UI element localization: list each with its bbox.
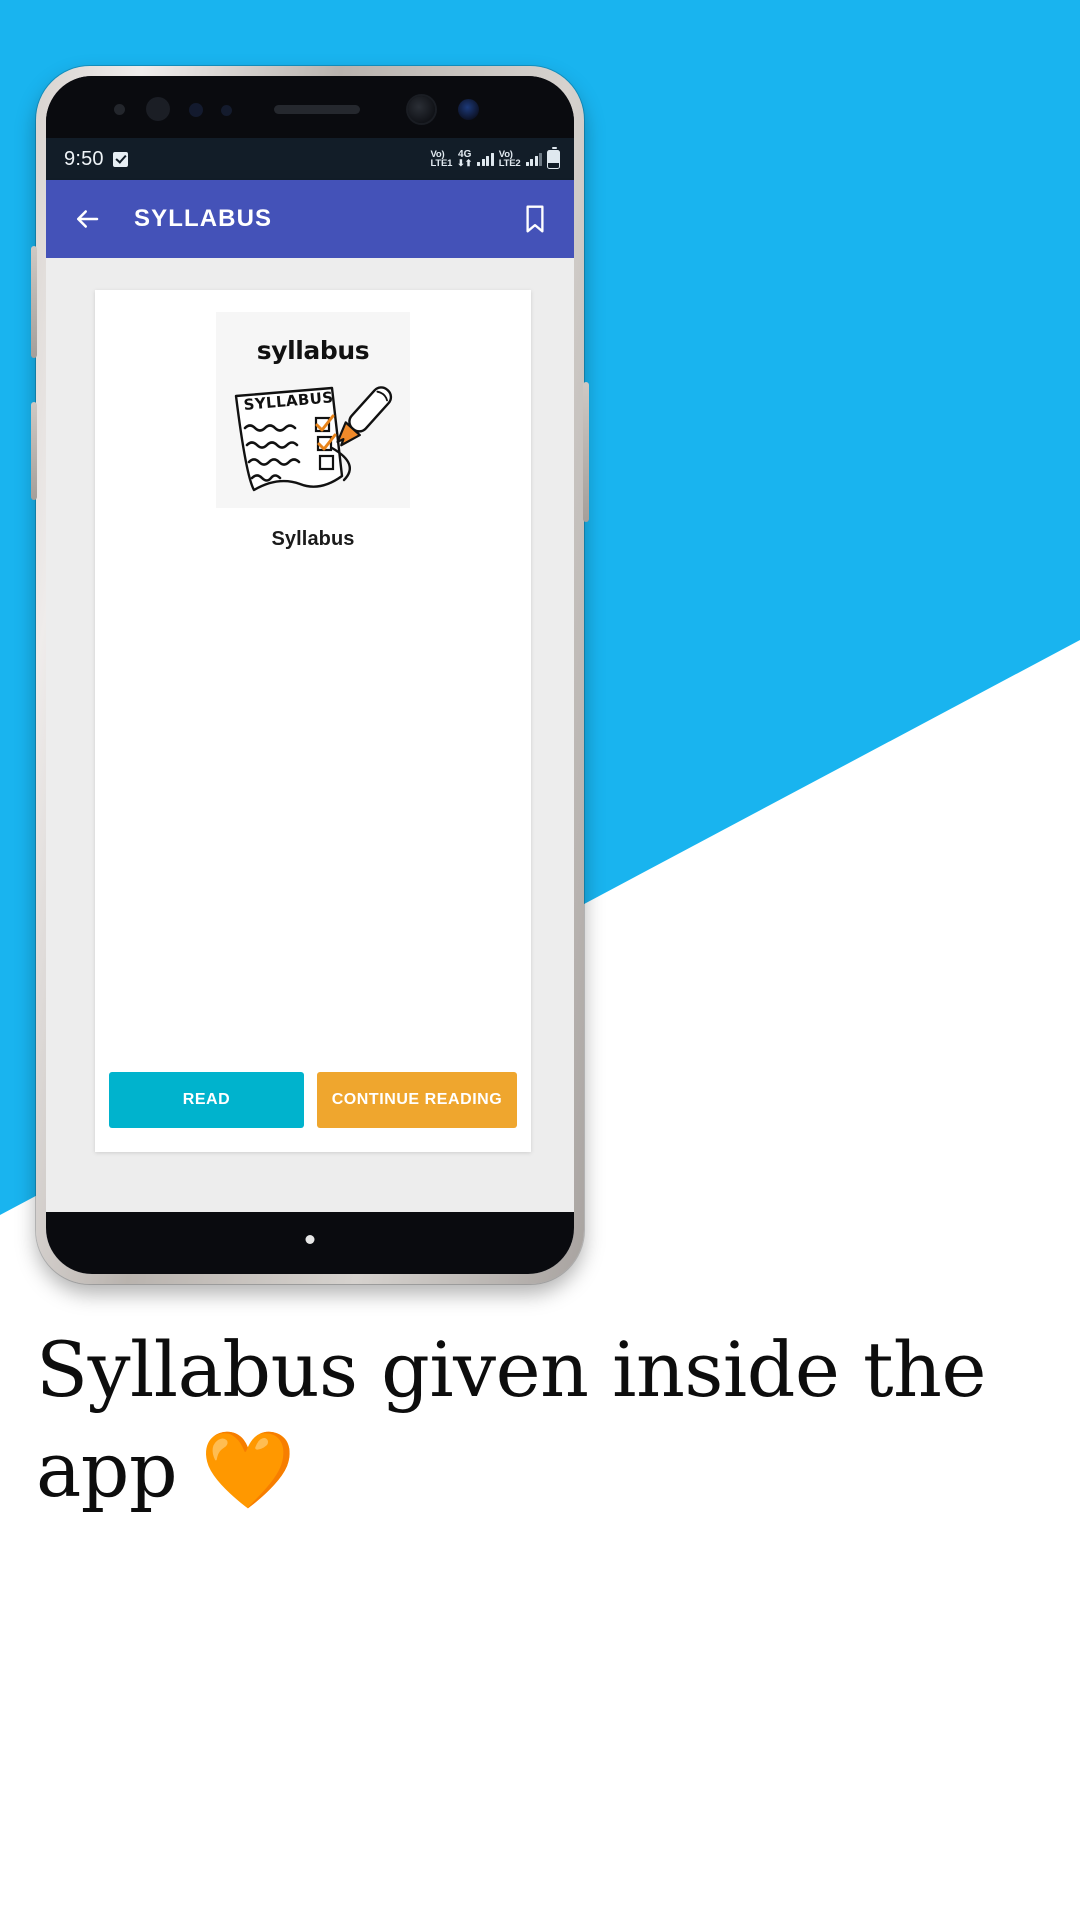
bookmark-icon[interactable] bbox=[520, 203, 550, 235]
sim1-volte-icon: Vo) LTE1 bbox=[430, 150, 453, 169]
status-bar-right: Vo) LTE1 4G ⬇⬆ Vo) LTE2 bbox=[430, 146, 560, 169]
sim2-signal-bars-icon bbox=[525, 152, 542, 166]
front-camera-icon bbox=[408, 96, 435, 123]
home-indicator-dot[interactable] bbox=[305, 1235, 315, 1244]
phone-body: 9:50 Vo) LTE1 4G ⬇⬆ Vo) LTE2 SYLLABUS sy… bbox=[31, 66, 589, 1284]
screenshot-root: 9:50 Vo) LTE1 4G ⬇⬆ Vo) LTE2 SYLLABUS sy… bbox=[0, 0, 1080, 1920]
sim1-volte-bottom: LTE1 bbox=[430, 158, 453, 169]
orange-heart-icon: 🧡 bbox=[200, 1425, 296, 1515]
caption-line-1: Syllabus given inside the bbox=[36, 1325, 986, 1414]
back-arrow-icon[interactable] bbox=[72, 204, 102, 234]
light-sensor-icon bbox=[189, 103, 203, 117]
syllabus-checklist-pen-illustration: SYLLABUS bbox=[234, 386, 393, 492]
page-title: SYLLABUS bbox=[134, 205, 273, 232]
battery-icon bbox=[547, 146, 560, 169]
power-button[interactable] bbox=[583, 382, 589, 522]
phone-top-bezel bbox=[46, 76, 574, 138]
continue-reading-button[interactable]: CONTINUE READING bbox=[317, 1072, 517, 1128]
status-time: 9:50 bbox=[64, 147, 104, 170]
read-button[interactable]: READ bbox=[109, 1072, 304, 1128]
caption-line-2-wrapper: app 🧡 bbox=[36, 1420, 1046, 1520]
secondary-camera-icon bbox=[458, 99, 479, 120]
status-bar: 9:50 Vo) LTE1 4G ⬇⬆ Vo) LTE2 bbox=[46, 138, 574, 180]
book-title: Syllabus bbox=[271, 528, 355, 550]
phone-screen: 9:50 Vo) LTE1 4G ⬇⬆ Vo) LTE2 SYLLABUS sy… bbox=[46, 76, 574, 1274]
led-indicator-icon bbox=[221, 105, 232, 116]
action-button-row: READ CONTINUE READING bbox=[95, 1072, 531, 1128]
data-transfer-arrows-icon: ⬇⬆ bbox=[457, 158, 473, 168]
sim2-volte-bottom: LTE2 bbox=[498, 158, 521, 169]
caption-line-2: app bbox=[36, 1425, 201, 1515]
book-cover-image: syllabus SYLLABUS bbox=[216, 312, 410, 508]
iris-scanner-icon bbox=[146, 97, 170, 121]
sim2-volte-icon: Vo) LTE2 bbox=[498, 150, 521, 169]
android-screen-content: 9:50 Vo) LTE1 4G ⬇⬆ Vo) LTE2 SYLLABUS sy… bbox=[46, 138, 574, 1274]
cover-word-text: syllabus bbox=[256, 336, 370, 365]
proximity-sensor-icon bbox=[114, 104, 125, 115]
checkbox-checked-icon bbox=[112, 151, 128, 167]
volume-up-button[interactable] bbox=[31, 246, 37, 358]
app-bar: SYLLABUS bbox=[46, 180, 574, 258]
earpiece-speaker bbox=[274, 105, 360, 114]
sim1-signal-bars-icon bbox=[477, 152, 494, 166]
phone-bottom-bezel bbox=[46, 1212, 574, 1274]
status-bar-left: 9:50 bbox=[64, 148, 128, 171]
phone-mockup: 9:50 Vo) LTE1 4G ⬇⬆ Vo) LTE2 SYLLABUS sy… bbox=[31, 66, 589, 1294]
network-type-icon: 4G ⬇⬆ bbox=[457, 150, 472, 168]
content-area: syllabus SYLLABUS Syllabus READ CONTINUE… bbox=[46, 258, 574, 1274]
book-card[interactable]: syllabus SYLLABUS Syllabus READ CONTINUE… bbox=[95, 290, 531, 1152]
promo-caption: Syllabus given inside the app 🧡 bbox=[36, 1320, 1046, 1521]
bixby-button[interactable] bbox=[31, 402, 37, 500]
